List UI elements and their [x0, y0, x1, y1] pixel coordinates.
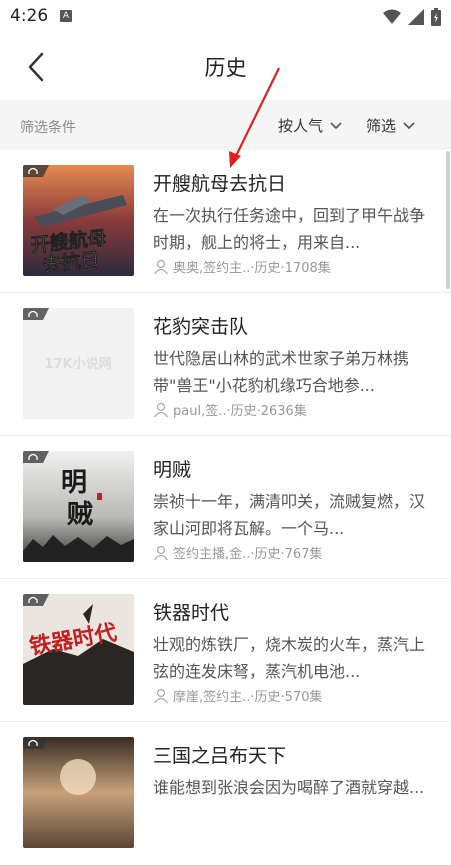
svg-text:贼: 贼 [67, 500, 93, 530]
item-description: 壮观的炼铁厂，烧木炭的火车，蒸汽上弦的连发床弩，蒸汽机电池... [153, 635, 426, 681]
battery-icon [431, 8, 441, 26]
item-title: 明贼 [153, 459, 192, 481]
wifi-icon [383, 9, 401, 24]
item-meta-text: 签约主播,金..·历史·767集 [173, 547, 323, 562]
item-title: 铁器时代 [153, 602, 230, 624]
item-description: 谁能想到张浪会因为喝醉了酒就穿越... [153, 778, 425, 797]
item-meta-text: 摩崖,签约主..·历史·570集 [173, 690, 323, 705]
list-item[interactable]: 明 贼 明贼 崇祯十一年，满清叩关，流贼复燃，汉家山河即将瓦解。一个马... 签… [0, 436, 451, 579]
album-cover: 铁器时代 [23, 594, 134, 705]
svg-text:明: 明 [61, 468, 87, 498]
filter-label: 筛选条件 [20, 120, 76, 136]
album-cover: 开艘航母 去抗日 [23, 165, 134, 276]
item-meta: 摩崖,签约主..·历史·570集 [153, 686, 322, 705]
list-item[interactable]: 17K小说网 花豹突击队 世代隐居山林的武术世家子弟万林携带"兽王"小花豹机缘巧… [0, 293, 451, 436]
item-title: 花豹突击队 [153, 316, 249, 338]
list-item[interactable]: 开艘航母 去抗日 开艘航母去抗日 在一次执行任务途中，回到了甲午战争时期，舰上的… [0, 150, 451, 293]
status-time: 4:26 [10, 6, 49, 26]
item-title: 开艘航母去抗日 [153, 173, 287, 195]
notification-a-icon: A [60, 10, 72, 22]
list-item[interactable]: 三国之吕布天下 谁能想到张浪会因为喝醉了酒就穿越... [0, 722, 451, 865]
chevron-down-icon [330, 121, 342, 129]
signal-icon [408, 9, 424, 25]
placeholder-logo: 17K小说网 [44, 356, 111, 372]
page-title: 历史 [204, 56, 247, 80]
item-description: 世代隐居山林的武术世家子弟万林携带"兽王"小花豹机缘巧合地参... [153, 349, 410, 395]
item-meta-text: paul,签..·历史·2636集 [173, 404, 307, 419]
album-cover [23, 737, 134, 848]
chevron-down-icon [403, 121, 415, 129]
item-description: 在一次执行任务途中，回到了甲午战争时期，舰上的将士，用来自... [153, 206, 426, 252]
header: 历史 [0, 34, 451, 100]
sort-label: 按人气 [278, 117, 324, 135]
item-meta-text: 奥奥,签约主..·历史·1708集 [173, 261, 331, 276]
status-icons [383, 8, 441, 26]
item-meta: 奥奥,签约主..·历史·1708集 [153, 257, 331, 276]
filter-bar: 筛选条件 按人气 筛选 [0, 100, 451, 150]
sort-popularity-button[interactable]: 按人气 [278, 115, 342, 136]
item-meta: 签约主播,金..·历史·767集 [153, 543, 322, 562]
user-icon [153, 259, 169, 274]
item-title: 三国之吕布天下 [153, 745, 287, 767]
user-icon [153, 402, 169, 417]
user-icon [153, 545, 169, 560]
status-bar: 4:26 A [0, 0, 451, 34]
album-cover: 17K小说网 [23, 308, 134, 419]
item-meta: paul,签..·历史·2636集 [153, 400, 307, 419]
item-description: 崇祯十一年，满清叩关，流贼复燃，汉家山河即将瓦解。一个马... [153, 492, 426, 538]
filter-button[interactable]: 筛选 [366, 115, 415, 136]
scrollbar[interactable] [446, 151, 450, 289]
list-item[interactable]: 铁器时代 铁器时代 壮观的炼铁厂，烧木炭的火车，蒸汽上弦的连发床弩，蒸汽机电池.… [0, 579, 451, 722]
user-icon [153, 688, 169, 703]
album-cover: 明 贼 [23, 451, 134, 562]
filter-button-label: 筛选 [366, 117, 397, 135]
